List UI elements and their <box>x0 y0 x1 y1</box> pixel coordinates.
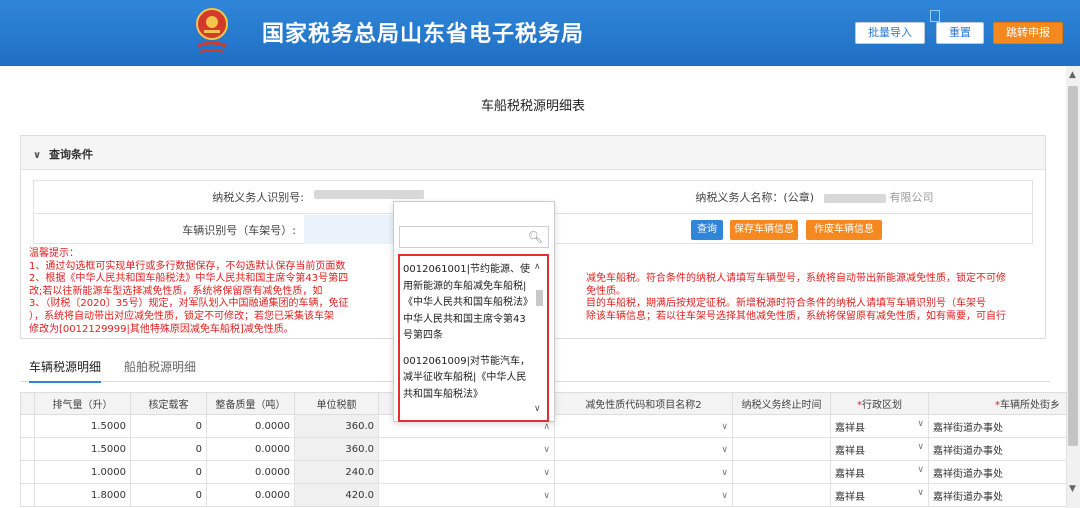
tab-vehicle[interactable]: 车辆税源明细 <box>29 358 102 383</box>
notification-icon[interactable] <box>930 10 940 22</box>
table-row[interactable]: 1.0000 0 0.0000 240.0 ∨ ∨ 嘉祥县 ∨ 嘉祥街道办事处 <box>20 460 1067 484</box>
jump-declare-button[interactable]: 跳转申报 <box>993 22 1063 44</box>
chevron-down-icon: ∨ <box>721 444 728 455</box>
end-time-cell[interactable] <box>732 414 831 438</box>
save-vehicle-button[interactable]: 保存车辆信息 <box>730 220 798 240</box>
chevron-down-icon: ∧ <box>543 421 550 432</box>
chevron-down-icon: ∨ <box>33 150 42 161</box>
street-select[interactable]: 嘉祥街道办事处 <box>928 437 1067 461</box>
unit-tax-cell: 240.0 <box>294 460 379 484</box>
reset-button[interactable]: 重置 <box>936 22 984 44</box>
tab-ship[interactable]: 船舶税源明细 <box>124 358 196 375</box>
scroll-down-icon[interactable]: ▼ <box>1069 484 1076 494</box>
chevron-down-icon: ∨ <box>917 464 924 475</box>
cancel-vehicle-button[interactable]: 作废车辆信息 <box>806 220 882 240</box>
header-reduction2: 减免性质代码和项目名称2 <box>554 392 733 415</box>
street-select[interactable]: 嘉祥街道办事处 <box>928 460 1067 484</box>
scrollbar-thumb[interactable] <box>1068 86 1078 446</box>
header-curb-weight: 整备质量（吨） <box>206 392 295 415</box>
displacement-cell[interactable]: 1.5000 <box>34 414 131 438</box>
seats-cell[interactable]: 0 <box>130 460 207 484</box>
search-icon: 🔍︎ <box>527 230 543 244</box>
chevron-down-icon: ∨ <box>543 490 550 501</box>
row-checkbox-cell[interactable] <box>20 414 35 438</box>
batch-import-button[interactable]: 批量导入 <box>855 22 925 44</box>
displacement-cell[interactable]: 1.0000 <box>34 460 131 484</box>
tax-emblem-icon <box>196 8 228 53</box>
reduction2-select[interactable]: ∨ <box>554 414 733 438</box>
query-toggle[interactable]: ∨ 查询条件 <box>21 136 1045 170</box>
site-title: 国家税务总局山东省电子税务局 <box>262 22 585 47</box>
chevron-down-icon: ∨ <box>721 490 728 501</box>
header-displacement: 排气量（升） <box>34 392 131 415</box>
dropdown-option-list[interactable]: 0012061001|节约能源、使用新能源的车船减免车船税|《中华人民共和国车船… <box>398 254 549 422</box>
chevron-down-icon: ∨ <box>543 444 550 455</box>
district-select[interactable]: 嘉祥县 ∨ <box>830 437 929 461</box>
chevron-down-icon: ∨ <box>917 487 924 498</box>
dropdown-option[interactable]: 0012061001|节约能源、使用新能源的车船减免车船税|《中华人民共和国车船… <box>403 262 533 345</box>
dropdown-scroll-thumb[interactable] <box>536 290 543 306</box>
dropdown-search-input[interactable]: 🔍︎ <box>399 226 549 248</box>
chevron-up-icon[interactable]: ∧ <box>534 262 541 272</box>
end-time-cell[interactable] <box>732 460 831 484</box>
reduction2-select[interactable]: ∨ <box>554 437 733 461</box>
dropdown-option[interactable]: 0012061009|对节能汽车，减半征收车船税|《中华人民共和国车船税法》 <box>403 354 533 404</box>
district-select[interactable]: 嘉祥县 ∨ <box>830 414 929 438</box>
seats-cell[interactable]: 0 <box>130 437 207 461</box>
chevron-down-icon: ∨ <box>917 441 924 452</box>
table-row[interactable]: 1.8000 0 0.0000 420.0 ∨ ∨ 嘉祥县 ∨ 嘉祥街道办事处 <box>20 483 1067 507</box>
street-select[interactable]: 嘉祥街道办事处 <box>928 483 1067 507</box>
end-time-cell[interactable] <box>732 483 831 507</box>
dropdown-scrollbar[interactable]: ∧ ∨ <box>533 262 545 414</box>
district-select[interactable]: 嘉祥县 ∨ <box>830 460 929 484</box>
chevron-down-icon: ∨ <box>917 418 924 429</box>
app-header: 国家税务总局山东省电子税务局 批量导入 重置 跳转申报 <box>0 0 1080 66</box>
reduction1-select[interactable]: ∨ <box>378 483 555 507</box>
district-select[interactable]: 嘉祥县 ∨ <box>830 483 929 507</box>
vehicle-id-label: 车辆识别号（车架号）: <box>182 224 296 237</box>
row-checkbox-cell[interactable] <box>20 483 35 507</box>
query-button[interactable]: 查询 <box>691 220 723 240</box>
reduction1-select[interactable]: ∨ <box>378 437 555 461</box>
end-time-cell[interactable] <box>732 437 831 461</box>
displacement-cell[interactable]: 1.5000 <box>34 437 131 461</box>
unit-tax-cell: 360.0 <box>294 437 379 461</box>
reduction2-select[interactable]: ∨ <box>554 460 733 484</box>
unit-tax-cell: 420.0 <box>294 483 379 507</box>
taxpayer-id-label: 纳税义务人识别号: <box>212 191 304 204</box>
row-checkbox-cell[interactable] <box>20 437 35 461</box>
header-end-time: 纳税义务终止时间 <box>732 392 831 415</box>
reduction2-select[interactable]: ∨ <box>554 483 733 507</box>
chevron-down-icon[interactable]: ∨ <box>534 404 541 414</box>
weight-cell[interactable]: 0.0000 <box>206 414 295 438</box>
row-checkbox-cell[interactable] <box>20 460 35 484</box>
header-unit-tax: 单位税额 <box>294 392 379 415</box>
table-row[interactable]: 1.5000 0 0.0000 360.0 ∨ ∨ 嘉祥县 ∨ 嘉祥街道办事处 <box>20 437 1067 461</box>
street-select[interactable]: 嘉祥街道办事处 <box>928 414 1067 438</box>
chevron-down-icon: ∨ <box>721 421 728 432</box>
taxpayer-name-value: 有限公司 <box>824 189 934 209</box>
header-street: *车辆所处街乡 <box>928 392 1067 415</box>
chevron-down-icon: ∨ <box>721 467 728 478</box>
chevron-down-icon: ∨ <box>543 467 550 478</box>
unit-tax-cell: 360.0 <box>294 414 379 438</box>
seats-cell[interactable]: 0 <box>130 414 207 438</box>
reduction1-select[interactable]: ∨ <box>378 460 555 484</box>
weight-cell[interactable]: 0.0000 <box>206 437 295 461</box>
header-cell <box>20 392 35 415</box>
seats-cell[interactable]: 0 <box>130 483 207 507</box>
reduction-dropdown: 🔍︎ 0012061001|节约能源、使用新能源的车船减免车船税|《中华人民共和… <box>393 201 555 422</box>
displacement-cell[interactable]: 1.8000 <box>34 483 131 507</box>
page-scrollbar[interactable]: ▲ ▼ <box>1066 66 1080 508</box>
header-seats: 核定载客 <box>130 392 207 415</box>
query-toggle-label: 查询条件 <box>48 148 93 161</box>
weight-cell[interactable]: 0.0000 <box>206 483 295 507</box>
weight-cell[interactable]: 0.0000 <box>206 460 295 484</box>
page-title: 车船税税源明细表 <box>480 99 585 114</box>
header-district: *行政区划 <box>830 392 929 415</box>
taxpayer-name-label: 纳税义务人名称：(公章) <box>695 191 814 204</box>
scroll-up-icon[interactable]: ▲ <box>1069 70 1076 80</box>
taxpayer-name-suffix: 有限公司 <box>889 191 934 204</box>
